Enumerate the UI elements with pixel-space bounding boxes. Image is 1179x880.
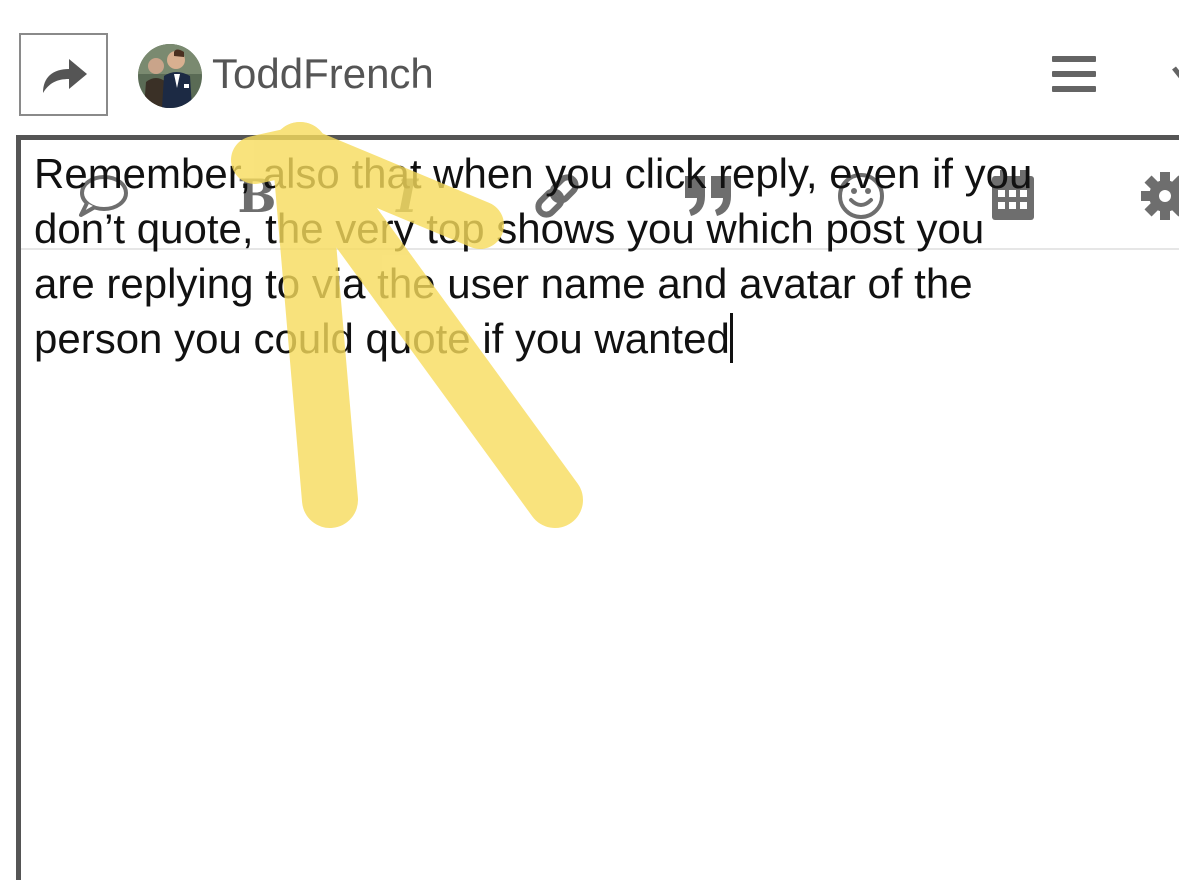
hamburger-menu-icon[interactable]: [1052, 56, 1098, 96]
composer-line: don’t quote, the very top shows you whic…: [34, 205, 985, 252]
reply-to-button[interactable]: [19, 33, 108, 116]
share-forward-icon: [42, 58, 87, 93]
avatar-image: [138, 44, 202, 108]
composer-line: person you could quote if you wanted: [34, 315, 730, 362]
composer-textarea[interactable]: Remember, also that when you click reply…: [34, 146, 1179, 366]
reply-header: ToddFrench: [0, 0, 1179, 135]
reply-composer-screen: ToddFrench B I Remember, also that when …: [0, 0, 1179, 880]
reply-to-username[interactable]: ToddFrench: [212, 50, 434, 98]
avatar[interactable]: [138, 44, 202, 108]
composer-line: Remember, also that when you click reply…: [34, 150, 1033, 197]
composer-line: are replying to via the user name and av…: [34, 260, 973, 307]
text-caret: [729, 313, 733, 363]
chevron-down-icon[interactable]: [1170, 64, 1179, 84]
